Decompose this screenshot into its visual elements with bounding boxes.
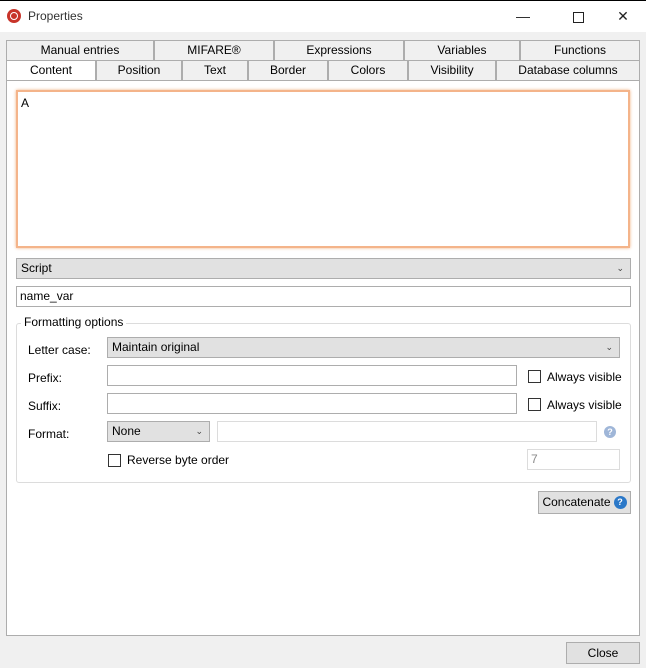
close-button[interactable]: Close [566, 642, 640, 664]
reverse-byte-order-checkbox[interactable] [108, 454, 121, 467]
suffix-label: Suffix: [28, 399, 62, 413]
letter-case-select[interactable]: Maintain original ⌄ [107, 337, 620, 358]
suffix-always-visible-checkbox[interactable] [528, 398, 541, 411]
format-select[interactable]: None ⌄ [107, 421, 210, 442]
byte-length-input[interactable]: 7 [527, 449, 620, 470]
chevron-down-icon: ⌄ [605, 342, 613, 352]
help-icon[interactable]: ? [604, 426, 616, 438]
minimize-button[interactable]: — [500, 1, 546, 32]
tab-content[interactable]: Content [6, 60, 96, 82]
formatting-options-legend: Formatting options [21, 315, 127, 329]
format-parameter-input[interactable] [217, 421, 597, 442]
close-window-button[interactable]: ✕ [600, 1, 646, 32]
content-panel: A Script ⌄ name_var Formatting options L… [6, 80, 640, 636]
concatenate-button[interactable]: Concatenate? [538, 491, 631, 514]
maximize-button[interactable] [555, 1, 601, 32]
app-icon [7, 9, 21, 23]
maximize-icon [572, 11, 584, 23]
tab-variables[interactable]: Variables [404, 40, 520, 60]
prefix-label: Prefix: [28, 371, 63, 385]
prefix-always-visible-label: Always visible [547, 370, 622, 384]
suffix-input[interactable] [107, 393, 517, 414]
format-value: None [112, 424, 141, 438]
letter-case-value: Maintain original [112, 340, 200, 354]
tab-database-columns[interactable]: Database columns [496, 60, 640, 80]
prefix-always-visible-checkbox[interactable] [528, 370, 541, 383]
tab-position[interactable]: Position [96, 60, 182, 80]
letter-case-label: Letter case: [28, 343, 91, 357]
source-select-value: Script [21, 261, 52, 275]
title-bar: Properties — ✕ [0, 0, 646, 32]
chevron-down-icon: ⌄ [195, 426, 203, 436]
tab-border[interactable]: Border [248, 60, 328, 80]
reverse-byte-order-label: Reverse byte order [127, 453, 230, 467]
concatenate-label: Concatenate [542, 495, 611, 509]
tab-mifare[interactable]: MIFARE® [154, 40, 274, 60]
tab-manual-entries[interactable]: Manual entries [6, 40, 154, 60]
tab-text[interactable]: Text [182, 60, 248, 80]
format-label: Format: [28, 427, 70, 441]
suffix-always-visible-label: Always visible [547, 398, 622, 412]
tab-colors[interactable]: Colors [328, 60, 408, 80]
prefix-input[interactable] [107, 365, 517, 386]
tab-functions[interactable]: Functions [520, 40, 640, 60]
tab-visibility[interactable]: Visibility [408, 60, 496, 80]
tab-expressions[interactable]: Expressions [274, 40, 404, 60]
chevron-down-icon: ⌄ [616, 263, 624, 273]
content-textarea[interactable]: A [16, 90, 630, 248]
field-name-input[interactable]: name_var [16, 286, 631, 307]
source-select[interactable]: Script ⌄ [16, 258, 631, 279]
help-icon: ? [613, 496, 627, 510]
tab-row-bottom: Content Position Text Border Colors Visi… [6, 60, 640, 82]
tab-row-top: Manual entries MIFARE® Expressions Varia… [6, 40, 640, 60]
window-title: Properties [28, 9, 83, 23]
